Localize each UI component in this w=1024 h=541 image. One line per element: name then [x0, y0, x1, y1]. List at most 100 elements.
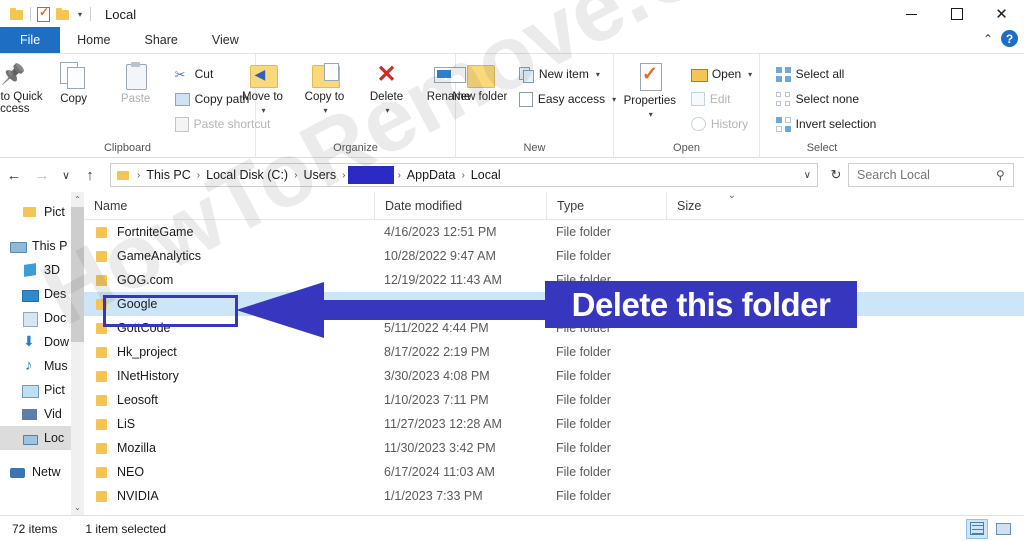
chevron-down-icon[interactable]: ▾ — [596, 70, 600, 79]
new-item-icon — [518, 67, 534, 83]
button-label: History — [710, 117, 749, 131]
table-row[interactable]: INetHistory 3/30/2023 4:08 PM File folde… — [84, 364, 1024, 388]
file-name-cell[interactable]: LiS — [84, 417, 374, 431]
chevron-down-icon[interactable]: ▾ — [323, 106, 327, 115]
select-commands: Select all Select none Invert selection — [764, 60, 881, 135]
recent-locations-button[interactable]: ∨ — [56, 161, 76, 189]
table-row[interactable]: Mozilla 11/30/2023 3:42 PM File folder — [84, 436, 1024, 460]
file-name-cell[interactable]: Leosoft — [84, 393, 374, 407]
breadcrumb-item-username-redacted[interactable] — [348, 166, 395, 184]
maximize-button[interactable] — [934, 0, 979, 28]
table-row[interactable]: NEO 6/17/2024 11:03 AM File folder — [84, 460, 1024, 484]
folder-icon — [94, 442, 109, 455]
help-button[interactable]: ? — [1001, 30, 1018, 47]
chevron-down-icon[interactable]: ∨ — [804, 170, 811, 181]
invert-selection-button[interactable]: Invert selection — [772, 113, 881, 135]
folder-icon[interactable] — [10, 8, 24, 20]
file-name-cell[interactable]: INetHistory — [84, 369, 374, 383]
file-name-cell[interactable]: Google — [84, 297, 374, 311]
properties-icon[interactable] — [37, 5, 50, 22]
table-row[interactable]: GameAnalytics 10/28/2022 9:47 AM File fo… — [84, 244, 1024, 268]
new-folder-icon[interactable] — [56, 8, 70, 20]
table-row[interactable]: NVIDIA 1/1/2023 7:33 PM File folder — [84, 484, 1024, 508]
paste-shortcut-icon — [174, 116, 189, 132]
close-button[interactable]: ✕ — [979, 0, 1024, 28]
breadcrumb-item-users[interactable]: Users — [300, 168, 339, 182]
date-modified-cell: 1/1/2023 7:33 PM — [384, 489, 483, 503]
new-folder-button[interactable]: New folder — [449, 60, 511, 105]
up-button[interactable]: ↑ — [76, 161, 104, 189]
file-name-cell[interactable]: GOG.com — [84, 273, 374, 287]
chevron-down-icon[interactable]: ▾ — [76, 10, 84, 19]
minimize-button[interactable] — [889, 0, 934, 28]
breadcrumb-item-local-disk[interactable]: Local Disk (C:) — [203, 168, 291, 182]
search-input[interactable]: Search Local ⚲ — [848, 163, 1014, 187]
file-name-cell[interactable]: GottCode — [84, 321, 374, 335]
breadcrumb-item-local[interactable]: Local — [468, 168, 504, 182]
column-header-date-modified[interactable]: Date modified — [374, 191, 546, 220]
breadcrumb[interactable]: › This PC › Local Disk (C:) › Users › › … — [110, 163, 818, 187]
search-icon[interactable]: ⚲ — [996, 168, 1005, 182]
select-all-button[interactable]: Select all — [772, 63, 881, 85]
file-name-cell[interactable]: GameAnalytics — [84, 249, 374, 263]
type-cell: File folder — [556, 225, 611, 239]
paste-button[interactable]: Paste — [105, 60, 167, 107]
history-button[interactable]: History — [687, 113, 756, 135]
date-modified-cell: 6/17/2024 11:03 AM — [384, 465, 495, 479]
forward-button[interactable]: → — [28, 161, 56, 189]
chevron-down-icon[interactable]: ▾ — [385, 106, 389, 115]
new-item-button[interactable]: New item ▾ — [515, 63, 620, 85]
back-button[interactable]: ← — [0, 161, 28, 189]
button-label: Cut — [194, 67, 214, 81]
file-name-cell[interactable]: Mozilla — [84, 441, 374, 455]
collapse-ribbon-icon[interactable]: ⌃ — [983, 32, 993, 46]
folder-icon — [94, 250, 109, 263]
column-header-size[interactable]: Size ⌄ — [666, 190, 746, 220]
properties-button[interactable]: Properties ▾ — [617, 60, 683, 121]
copy-button[interactable]: Copy — [43, 60, 105, 107]
open-button[interactable]: Open ▾ — [687, 63, 756, 85]
copy-to-button[interactable]: Copy to ▾ — [294, 60, 356, 117]
breadcrumb-item-appdata[interactable]: AppData — [404, 168, 459, 182]
table-row[interactable]: FortniteGame 4/16/2023 12:51 PM File fol… — [84, 220, 1024, 244]
breadcrumb-separator: › — [342, 169, 346, 181]
column-header-name[interactable]: Name — [84, 192, 374, 220]
file-name-cell[interactable]: FortniteGame — [84, 225, 374, 239]
table-row[interactable]: LiS 11/27/2023 12:28 AM File folder — [84, 412, 1024, 436]
breadcrumb-separator: › — [294, 169, 298, 181]
easy-access-button[interactable]: Easy access ▾ — [515, 88, 620, 110]
edit-button[interactable]: Edit — [687, 88, 756, 110]
tab-view[interactable]: View — [195, 27, 256, 53]
scroll-down-icon[interactable]: ⌄ — [71, 500, 84, 515]
pin-to-quick-access-button[interactable]: Pin to Quick access — [0, 60, 43, 117]
move-to-button[interactable]: Move to ▾ — [232, 60, 294, 117]
sidebar-item-label: Des — [44, 287, 67, 301]
select-none-button[interactable]: Select none — [772, 88, 881, 110]
file-name-cell[interactable]: Hk_project — [84, 345, 374, 359]
breadcrumb-item-this-pc[interactable]: This PC — [143, 168, 193, 182]
details-view-icon — [970, 522, 984, 535]
table-row[interactable]: Hk_project 8/17/2022 2:19 PM File folder — [84, 340, 1024, 364]
scrollbar-thumb[interactable] — [71, 207, 84, 342]
chevron-down-icon[interactable]: ▾ — [649, 110, 653, 119]
details-view-button[interactable] — [966, 518, 988, 539]
network-icon — [10, 465, 26, 480]
file-name-cell[interactable]: NVIDIA — [84, 489, 374, 503]
button-label: Edit — [709, 92, 731, 106]
chevron-down-icon[interactable]: ▾ — [261, 106, 265, 115]
delete-button[interactable]: ✕ Delete ▾ — [356, 60, 418, 117]
scroll-up-icon[interactable]: ⌃ — [71, 192, 84, 207]
chevron-down-icon[interactable]: ▾ — [748, 70, 752, 79]
refresh-button[interactable]: ↻ — [824, 163, 848, 187]
tab-home[interactable]: Home — [60, 27, 128, 53]
table-row[interactable]: Leosoft 1/10/2023 7:11 PM File folder — [84, 388, 1024, 412]
tab-share[interactable]: Share — [128, 27, 195, 53]
group-label-select: Select — [806, 142, 838, 154]
sidebar-scrollbar[interactable]: ⌃ ⌄ — [71, 192, 84, 515]
folder-icon — [22, 205, 38, 220]
large-icons-view-button[interactable] — [992, 519, 1014, 539]
file-name-cell[interactable]: NEO — [84, 465, 374, 479]
tab-file[interactable]: File — [0, 27, 61, 53]
column-header-type[interactable]: Type — [546, 191, 666, 220]
sidebar-item-label: Doc — [44, 311, 67, 325]
